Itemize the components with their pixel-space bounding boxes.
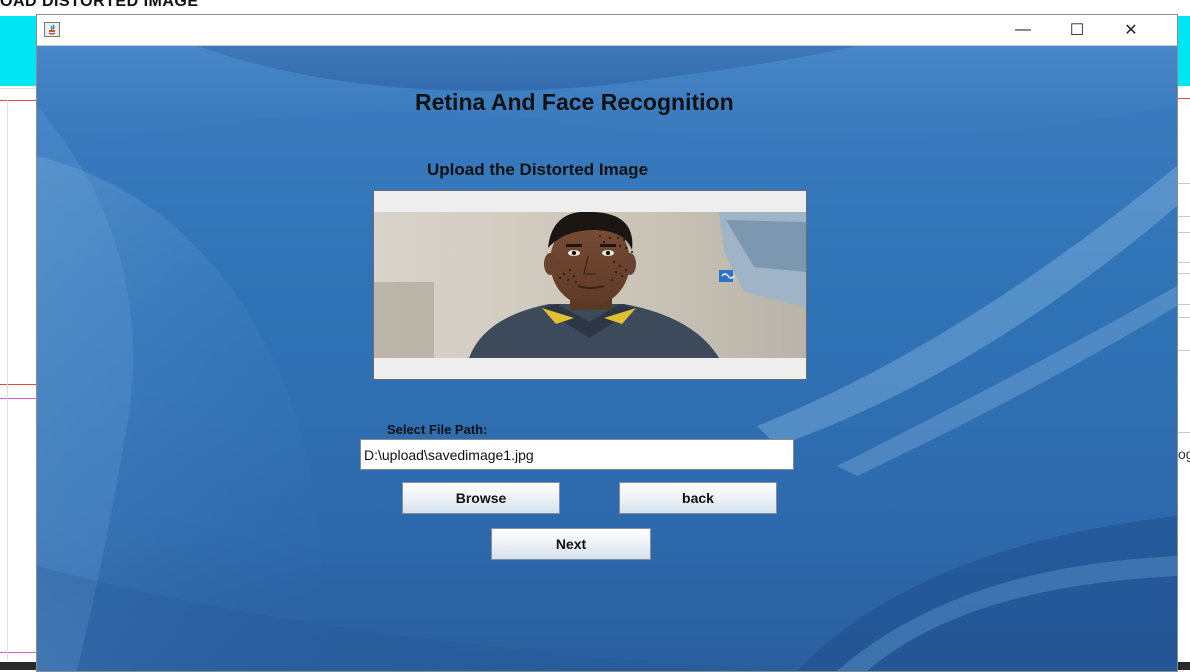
next-button[interactable]: Next <box>491 528 651 560</box>
form-panel: Retina And Face Recognition Upload the D… <box>37 46 1177 671</box>
background-red-rule <box>0 384 40 385</box>
background-red-rule <box>0 100 40 101</box>
background-cyan-band-left <box>0 16 40 86</box>
close-button[interactable]: ✕ <box>1108 15 1154 45</box>
uploaded-face-photo <box>374 212 806 358</box>
file-path-label: Select File Path: <box>387 422 488 437</box>
image-preview <box>373 190 807 380</box>
page-subtitle: Upload the Distorted Image <box>427 160 649 179</box>
maximize-button[interactable]: ☐ <box>1054 15 1100 45</box>
page-title: Retina And Face Recognition <box>415 89 734 115</box>
window-titlebar[interactable]: — ☐ ✕ <box>37 15 1177 46</box>
back-button[interactable]: back <box>619 482 777 514</box>
close-icon: ✕ <box>1124 22 1138 39</box>
background-doc-heading: OAD DISTORTED IMAGE <box>0 0 199 10</box>
background-pink-rule <box>0 652 40 653</box>
background-text-fragment: og <box>1178 446 1190 462</box>
background-left-panel <box>0 88 40 664</box>
background-margin-line <box>7 100 8 660</box>
minimize-button[interactable]: — <box>1000 15 1046 45</box>
minimize-icon: — <box>1015 21 1031 38</box>
app-window: — ☐ ✕ Retina And Face Recognition Upload… <box>36 14 1178 672</box>
browse-button[interactable]: Browse <box>402 482 560 514</box>
file-path-input[interactable] <box>360 439 794 470</box>
background-pink-rule <box>0 398 40 399</box>
maximize-icon: ☐ <box>1069 22 1085 39</box>
java-app-icon[interactable] <box>44 22 60 37</box>
